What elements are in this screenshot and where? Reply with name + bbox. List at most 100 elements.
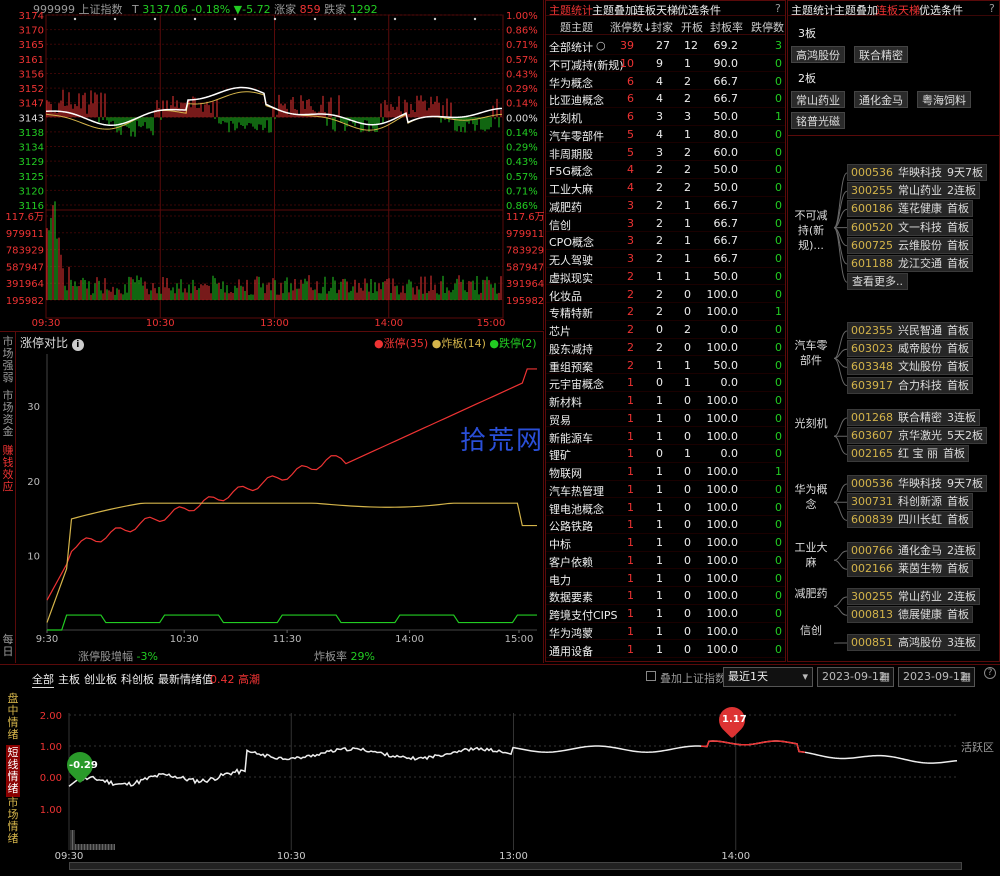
sentiment-chart[interactable]: 2.001.000.001.0009:3010:3013:0014:00 [0, 665, 1000, 876]
refresh-icon[interactable]: ○ [596, 39, 606, 52]
theme-row[interactable]: 华为鸿蒙110100.00 [546, 623, 785, 641]
theme-cell-name: 跨境支付CIPS [549, 607, 618, 623]
index-intraday-chart[interactable]: 31741.00%31700.86%31650.71%31610.57%3156… [0, 0, 544, 330]
theme-row[interactable]: 不可减持(新规)109190.00 [546, 55, 785, 73]
ladder-tab-overlay[interactable]: 主题叠加 [834, 2, 878, 18]
theme-row[interactable]: 贸易110100.00 [546, 410, 785, 428]
ladder-stock-item[interactable]: 000813德展健康首板 [847, 606, 973, 623]
theme-row[interactable]: 芯片2020.00 [546, 321, 785, 339]
ladder-stock-item[interactable]: 601188龙江交通首板 [847, 255, 973, 272]
theme-cell-d: 0 [770, 217, 782, 230]
ladder-stock-item[interactable]: 600186莲花健康首板 [847, 200, 973, 217]
theme-row[interactable]: 新能源车110100.00 [546, 428, 785, 446]
theme-row[interactable]: 物联网110100.01 [546, 463, 785, 481]
theme-row[interactable]: 电力110100.00 [546, 570, 785, 588]
theme-row[interactable]: 新材料110100.00 [546, 392, 785, 410]
ladder-stock-code: 000536 [848, 166, 896, 179]
ladder-stock-item[interactable]: 002165红 宝 丽首板 [847, 445, 969, 462]
col-theme[interactable]: 题主题 [560, 19, 593, 35]
theme-cell-r: 0.0 [706, 323, 738, 336]
ladder-stock-chip[interactable]: 高鸿股份 [791, 46, 845, 63]
view-more-button[interactable]: 查看更多.. [847, 273, 908, 290]
ladder-stock-item[interactable]: 600839四川长虹首板 [847, 511, 973, 528]
ladder-stock-item[interactable]: 603023威帝股份首板 [847, 340, 973, 357]
theme-row[interactable]: 化妆品220100.00 [546, 286, 785, 304]
theme-cell-d: 0 [770, 288, 782, 301]
theme-row[interactable]: 无人驾驶32166.70 [546, 250, 785, 268]
theme-row[interactable]: 汽车零部件54180.00 [546, 126, 785, 144]
col-zt[interactable]: 涨停数↓ [610, 19, 652, 35]
theme-cell-f: 4 [656, 128, 663, 141]
help-icon[interactable]: ? [775, 2, 781, 15]
theme-row[interactable]: 华为概念64266.70 [546, 73, 785, 91]
theme-row[interactable]: 数据要素110100.00 [546, 587, 785, 605]
col-rate[interactable]: 封板率 [710, 19, 743, 35]
theme-cell-d: 1 [770, 110, 782, 123]
ladder-stock-code: 000851 [848, 636, 896, 649]
ladder-stock-item[interactable]: 603917合力科技首板 [847, 377, 973, 394]
theme-row[interactable]: 元宇宙概念1010.00 [546, 374, 785, 392]
ladder-tab-ladder[interactable]: 连板天梯 [876, 2, 920, 18]
ladder-stock-item[interactable]: 600725云维股份首板 [847, 237, 973, 254]
col-dt[interactable]: 跌停数 [751, 19, 784, 35]
ladder-stock-item[interactable]: 002355兴民智通首板 [847, 322, 973, 339]
theme-row[interactable]: 比亚迪概念64266.70 [546, 90, 785, 108]
ladder-stock-item[interactable]: 300255常山药业2连板 [847, 588, 980, 605]
ladder-tab-filter[interactable]: 优选条件 [919, 2, 963, 18]
theme-cell-f: 2 [656, 341, 663, 354]
theme-cell-r: 100.0 [706, 572, 738, 585]
ladder-stock-item[interactable]: 000536华映科技9天7板 [847, 164, 987, 181]
ladder-stock-item[interactable]: 603348文灿股份首板 [847, 358, 973, 375]
theme-row[interactable]: 工业大麻42250.00 [546, 179, 785, 197]
theme-row[interactable]: 重组预案21150.00 [546, 357, 785, 375]
ladder-stock-item[interactable]: 000851高鸿股份3连板 [847, 634, 980, 651]
ladder-stock-chip[interactable]: 铭普光磁 [791, 112, 845, 129]
theme-row[interactable]: 光刻机63350.01 [546, 108, 785, 126]
ladder-help-icon[interactable]: ? [989, 2, 995, 15]
ladder-stock-code: 000536 [848, 477, 896, 490]
col-fj[interactable]: 封家 [651, 19, 673, 35]
ladder-stock-code: 002166 [848, 562, 896, 575]
ladder-stock-chip[interactable]: 通化金马 [854, 91, 908, 108]
theme-row[interactable]: 信创32166.70 [546, 215, 785, 233]
theme-cell-f: 1 [656, 536, 663, 549]
theme-row[interactable]: 锂矿1010.00 [546, 445, 785, 463]
theme-row[interactable]: 股东减持220100.00 [546, 339, 785, 357]
theme-row[interactable]: 锂电池概念110100.00 [546, 499, 785, 517]
theme-row[interactable]: 全部统计39271269.23○ [546, 37, 785, 55]
theme-cell-r: 60.0 [706, 146, 738, 159]
theme-row[interactable]: 专精特新220100.01 [546, 303, 785, 321]
theme-row[interactable]: 汽车热管理110100.00 [546, 481, 785, 499]
theme-row[interactable]: 非周期股53260.00 [546, 144, 785, 162]
theme-row[interactable]: 公路铁路110100.00 [546, 516, 785, 534]
ladder-stock-item[interactable]: 000766通化金马2连板 [847, 542, 980, 559]
ladder-stock-item[interactable]: 300255常山药业2连板 [847, 182, 980, 199]
theme-row[interactable]: 中标110100.00 [546, 534, 785, 552]
theme-row[interactable]: 客户依赖110100.00 [546, 552, 785, 570]
ladder-stock-item[interactable]: 001268联合精密3连板 [847, 409, 980, 426]
ladder-stock-item[interactable]: 603607京华激光5天2板 [847, 427, 987, 444]
ladder-stock-board: 首板 [944, 513, 972, 526]
time-scrollbar[interactable] [69, 862, 962, 870]
ladder-stock-chip[interactable]: 联合精密 [854, 46, 908, 63]
ladder-stock-name: 莲花健康 [896, 202, 944, 215]
ladder-tab-stats[interactable]: 主题统计 [791, 2, 835, 18]
connector-line [834, 502, 847, 520]
theme-row[interactable]: 跨境支付CIPS110100.00 [546, 605, 785, 623]
theme-row[interactable]: F5G概念42250.00 [546, 161, 785, 179]
theme-row[interactable]: 虚拟现实21150.00 [546, 268, 785, 286]
ladder-stock-chip[interactable]: 常山药业 [791, 91, 845, 108]
col-kb[interactable]: 开板 [681, 19, 703, 35]
theme-row[interactable]: 减肥药32166.70 [546, 197, 785, 215]
theme-row[interactable]: 通用设备110100.00 [546, 641, 785, 659]
zt-compare-chart[interactable]: 3020109:3010:3011:3014:0015:00 [0, 332, 544, 664]
theme-row[interactable]: CPO概念32166.70 [546, 232, 785, 250]
ladder-stock-item[interactable]: 000536华映科技9天7板 [847, 475, 987, 492]
ladder-stock-chip[interactable]: 粤海饲料 [917, 91, 971, 108]
ladder-stock-item[interactable]: 002166莱茵生物首板 [847, 560, 973, 577]
connector-line [834, 209, 847, 227]
theme-cell-z: 2 [620, 305, 634, 318]
ladder-stock-item[interactable]: 600520文一科技首板 [847, 219, 973, 236]
ladder-stock-item[interactable]: 300731科创新源首板 [847, 493, 973, 510]
theme-cell-d: 0 [770, 536, 782, 549]
